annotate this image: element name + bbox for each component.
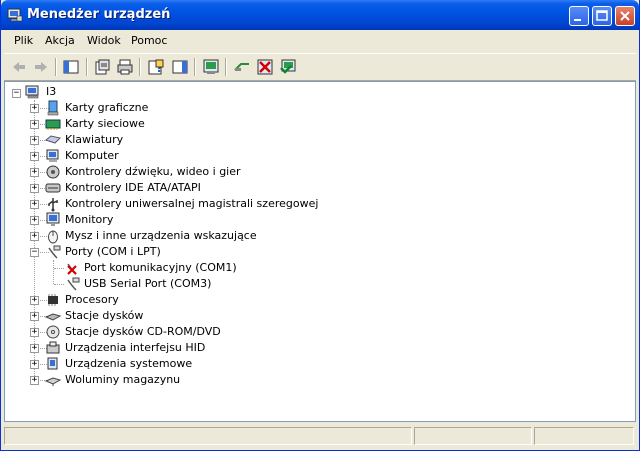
device-tree[interactable]: − I3 + Karty graficzne + Karty sieciowe + Kla… [4,81,636,422]
device-manager-icon [7,8,23,22]
show-hide-tree-icon[interactable] [62,58,80,76]
toolbar: ? [4,53,636,81]
properties-icon[interactable] [93,58,111,76]
network-adapter-icon [45,119,61,130]
tree-item-label[interactable]: Woluminy magazynu [65,372,180,388]
storage-volume-icon [45,377,61,386]
tree-expand-toggle[interactable]: + [30,152,39,161]
status-panel-2 [414,427,532,445]
device-manager-window: Menedżer urządzeń Plik Akcja Widok Pomoc… [0,0,640,451]
port-disabled-icon [67,263,77,275]
close-button[interactable] [615,6,635,26]
menu-akcja[interactable]: Akcja [45,34,75,47]
sound-icon [46,165,60,179]
tree-root-label[interactable]: I3 [46,84,56,100]
print-icon[interactable] [116,58,134,76]
maximize-button[interactable] [592,6,612,26]
menu-plik[interactable]: Plik [14,34,33,47]
menu-bar: Plik Akcja Widok Pomoc [4,30,636,52]
tree-item-label[interactable]: Karty sieciowe [65,116,145,132]
tree-expand-toggle[interactable]: + [30,328,39,337]
port-icon [48,245,61,259]
tree-expand-toggle[interactable]: + [30,168,39,177]
toolbar-separator [86,58,88,76]
enable-device-icon[interactable] [279,58,297,76]
hid-icon [46,341,60,354]
tree-expand-toggle[interactable]: + [30,120,39,129]
system-device-icon [47,357,58,370]
tree-expand-toggle[interactable]: + [30,104,39,113]
tree-expand-toggle[interactable]: + [30,200,39,209]
tree-item-label[interactable]: Porty (COM i LPT) [65,244,161,260]
keyboard-icon [45,135,61,144]
cdrom-icon [46,325,60,339]
maximize-icon [596,10,608,21]
show-hide-action-pane-icon[interactable] [171,58,189,76]
tree-expand-toggle[interactable]: + [30,344,39,353]
status-panel-3 [534,427,634,445]
tree-child-label[interactable]: Port komunikacyjny (COM1) [84,260,237,276]
minimize-button[interactable] [569,6,589,26]
minimize-icon [574,19,581,21]
display-adapter-icon [47,100,59,116]
menu-widok[interactable]: Widok [87,34,121,47]
processor-icon [48,294,58,306]
usb-icon [48,198,58,212]
tree-item-label[interactable]: Kontrolery IDE ATA/ATAPI [65,180,201,196]
toolbar-separator [139,58,141,76]
tree-collapse-toggle[interactable]: − [12,89,21,98]
status-bar [4,425,636,447]
port-icon [67,277,80,291]
toolbar-separator [225,58,227,76]
tree-expand-toggle[interactable]: + [30,376,39,385]
toolbar-separator [55,58,57,76]
computer-icon [25,85,39,99]
disk-drive-icon [45,313,61,321]
tree-expand-toggle[interactable]: + [30,184,39,193]
tree-item-label[interactable]: Mysz i inne urządzenia wskazujące [65,228,257,244]
tree-item-label[interactable]: Kontrolery dźwięku, wideo i gier [65,164,241,180]
uninstall-icon[interactable] [256,58,274,76]
title-bar[interactable]: Menedżer urządzeń [1,0,639,30]
back-icon[interactable] [10,58,28,76]
tree-line [54,284,64,286]
menu-pomoc[interactable]: Pomoc [131,34,167,47]
tree-expand-toggle[interactable]: + [30,136,39,145]
help-icon[interactable]: ? [147,58,165,76]
tree-line [53,260,55,284]
tree-item-label[interactable]: Klawiatury [65,132,123,148]
tree-item-label[interactable]: Monitory [65,212,113,228]
tree-expand-toggle[interactable]: + [30,216,39,225]
mouse-icon [48,230,58,244]
ide-controller-icon [45,183,61,193]
close-icon [620,11,630,21]
forward-icon[interactable] [32,58,50,76]
tree-expand-toggle[interactable]: + [30,232,39,241]
tree-item-label[interactable]: Urządzenia systemowe [65,356,192,372]
tree-item-label[interactable]: Stacje dysków [65,308,143,324]
scan-hardware-icon[interactable] [202,58,220,76]
tree-line [54,268,64,270]
toolbar-separator [194,58,196,76]
tree-item-label[interactable]: Karty graficzne [65,100,148,116]
tree-item-label[interactable]: Komputer [65,148,119,164]
tree-expand-toggle[interactable]: + [30,360,39,369]
tree-item-label[interactable]: Procesory [65,292,119,308]
computer-icon [46,149,59,162]
status-panel-main [4,427,412,445]
window-title: Menedżer urządzeń [27,7,171,22]
update-driver-icon[interactable] [233,58,251,76]
tree-expand-toggle[interactable]: + [30,296,39,305]
monitor-icon [46,212,60,226]
tree-child-label[interactable]: USB Serial Port (COM3) [84,276,211,292]
tree-item-label[interactable]: Stacje dysków CD-ROM/DVD [65,324,221,340]
tree-item-label[interactable]: Kontrolery uniwersalnej magistrali szere… [65,196,318,212]
tree-item-label[interactable]: Urządzenia interfejsu HID [65,340,205,356]
tree-expand-toggle[interactable]: − [30,248,39,257]
tree-expand-toggle[interactable]: + [30,312,39,321]
